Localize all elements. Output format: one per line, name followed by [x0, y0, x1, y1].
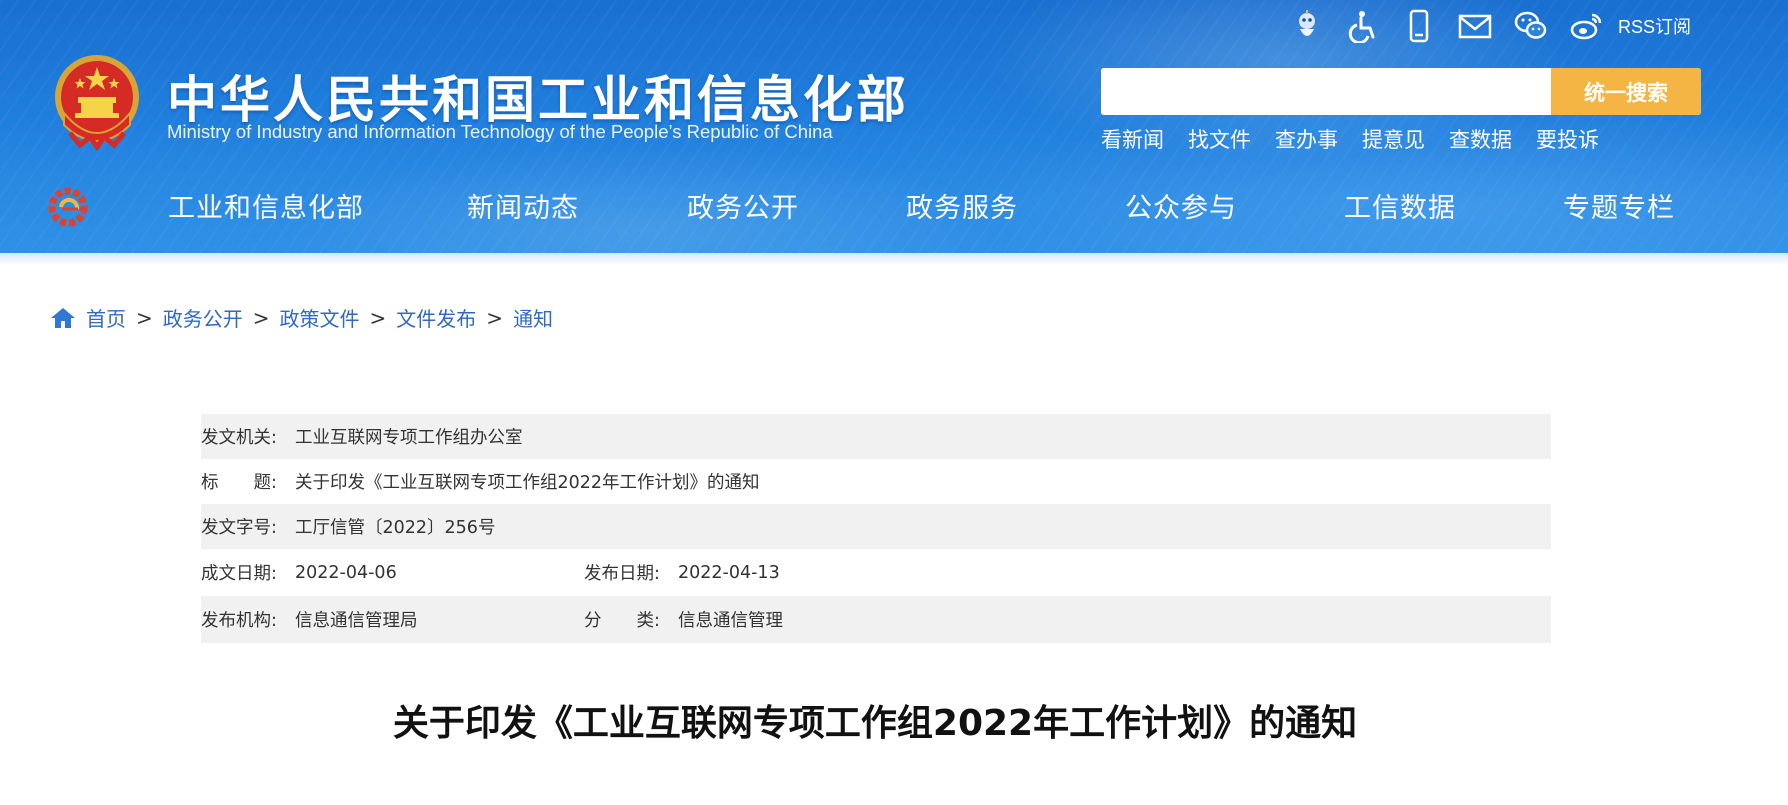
weibo-icon — [1570, 13, 1602, 40]
info-row-number: 发文字号: 工厅信管〔2022〕256号 — [201, 504, 1551, 549]
document-info-table: 发文机关: 工业互联网专项工作组办公室 标 题: 关于印发《工业互联网专项工作组… — [201, 414, 1551, 643]
published-date-label: 发布日期: — [584, 564, 660, 584]
quick-link-data[interactable]: 查数据 — [1449, 124, 1512, 154]
search-button[interactable]: 统一搜索 — [1551, 68, 1701, 115]
accessibility-button[interactable] — [1344, 7, 1382, 45]
title-label: 标 题: — [201, 473, 277, 493]
info-row-issuer: 发文机关: 工业互联网专项工作组办公室 — [201, 414, 1551, 459]
robot-assistant-button[interactable] — [1288, 7, 1326, 45]
breadcrumb-policy-documents[interactable]: 政策文件 — [280, 303, 360, 332]
breadcrumb-separator: > — [252, 305, 270, 330]
rss-subscribe-link[interactable]: RSS订阅 — [1618, 13, 1691, 39]
wechat-icon — [1514, 11, 1547, 39]
mail-button[interactable] — [1456, 7, 1494, 45]
breadcrumb-separator: > — [369, 305, 387, 330]
number-label: 发文字号: — [201, 518, 277, 538]
breadcrumb-separator: > — [136, 305, 153, 330]
quick-link-services[interactable]: 查办事 — [1275, 124, 1338, 154]
created-date-value: 2022-04-06 — [295, 562, 397, 583]
wechat-button[interactable] — [1512, 7, 1550, 45]
breadcrumb-government-affairs[interactable]: 政务公开 — [163, 303, 243, 332]
breadcrumb-separator: > — [486, 305, 504, 330]
quick-link-documents[interactable]: 找文件 — [1188, 124, 1251, 154]
issuer-value: 工业互联网专项工作组办公室 — [295, 428, 523, 448]
nav-item-ministry[interactable]: 工业和信息化部 — [168, 186, 364, 225]
title-value: 关于印发《工业互联网专项工作组2022年工作计划》的通知 — [295, 473, 760, 493]
nav-item-public-participation[interactable]: 公众参与 — [1125, 186, 1237, 225]
robot-icon — [1299, 10, 1315, 36]
search-input[interactable] — [1101, 68, 1551, 115]
search-box: 统一搜索 — [1101, 68, 1701, 115]
mobile-icon — [1409, 9, 1429, 43]
mobile-version-button[interactable] — [1400, 7, 1438, 45]
number-value: 工厅信管〔2022〕256号 — [295, 518, 496, 538]
quick-link-complaint[interactable]: 要投诉 — [1536, 124, 1599, 154]
national-emblem-icon[interactable] — [50, 53, 144, 150]
article-title: 关于印发《工业互联网专项工作组2022年工作计划》的通知 — [392, 703, 1358, 744]
nav-item-government-services[interactable]: 政务服务 — [906, 186, 1018, 225]
info-row-dates: 成文日期: 2022-04-06 发布日期: 2022-04-13 — [201, 549, 1551, 596]
nav-item-news[interactable]: 新闻动态 — [467, 186, 579, 225]
quick-link-feedback[interactable]: 提意见 — [1362, 124, 1425, 154]
category-value: 信息通信管理 — [678, 611, 783, 631]
nav-item-special-topics[interactable]: 专题专栏 — [1563, 186, 1675, 225]
info-row-title: 标 题: 关于印发《工业互联网专项工作组2022年工作计划》的通知 — [201, 459, 1551, 504]
quick-link-news[interactable]: 看新闻 — [1101, 124, 1164, 154]
nav-item-government-affairs[interactable]: 政务公开 — [687, 186, 799, 225]
main-navigation: 工业和信息化部 新闻动态 政务公开 政务服务 公众参与 工信数据 专题专栏 — [0, 186, 1788, 230]
breadcrumb: 首页 > 政务公开 > 政策文件 > 文件发布 > 通知 — [50, 303, 553, 332]
org-value: 信息通信管理局 — [295, 611, 418, 631]
quick-links: 看新闻 找文件 查办事 提意见 查数据 要投诉 — [1101, 124, 1623, 154]
site-title-english[interactable]: Ministry of Industry and Information Tec… — [167, 121, 833, 143]
breadcrumb-document-release[interactable]: 文件发布 — [396, 303, 476, 332]
issuer-label: 发文机关: — [201, 428, 277, 448]
home-icon[interactable] — [50, 306, 76, 330]
weibo-button[interactable] — [1568, 7, 1606, 45]
header-divider — [0, 253, 1788, 265]
nav-item-data[interactable]: 工信数据 — [1344, 186, 1456, 225]
category-label: 分 类: — [584, 611, 660, 631]
mail-icon — [1458, 14, 1492, 39]
breadcrumb-home[interactable]: 首页 — [86, 303, 126, 332]
created-date-label: 成文日期: — [201, 564, 277, 584]
org-label: 发布机构: — [201, 611, 277, 631]
breadcrumb-notice[interactable]: 通知 — [513, 303, 553, 332]
published-date-value: 2022-04-13 — [678, 562, 780, 583]
top-tools-bar: RSS订阅 — [1288, 6, 1691, 46]
site-header: 中华人民共和国工业和信息化部 Ministry of Industry and … — [0, 0, 1788, 253]
info-row-org: 发布机构: 信息通信管理局 分 类: 信息通信管理 — [201, 596, 1551, 643]
accessibility-icon — [1348, 11, 1375, 43]
